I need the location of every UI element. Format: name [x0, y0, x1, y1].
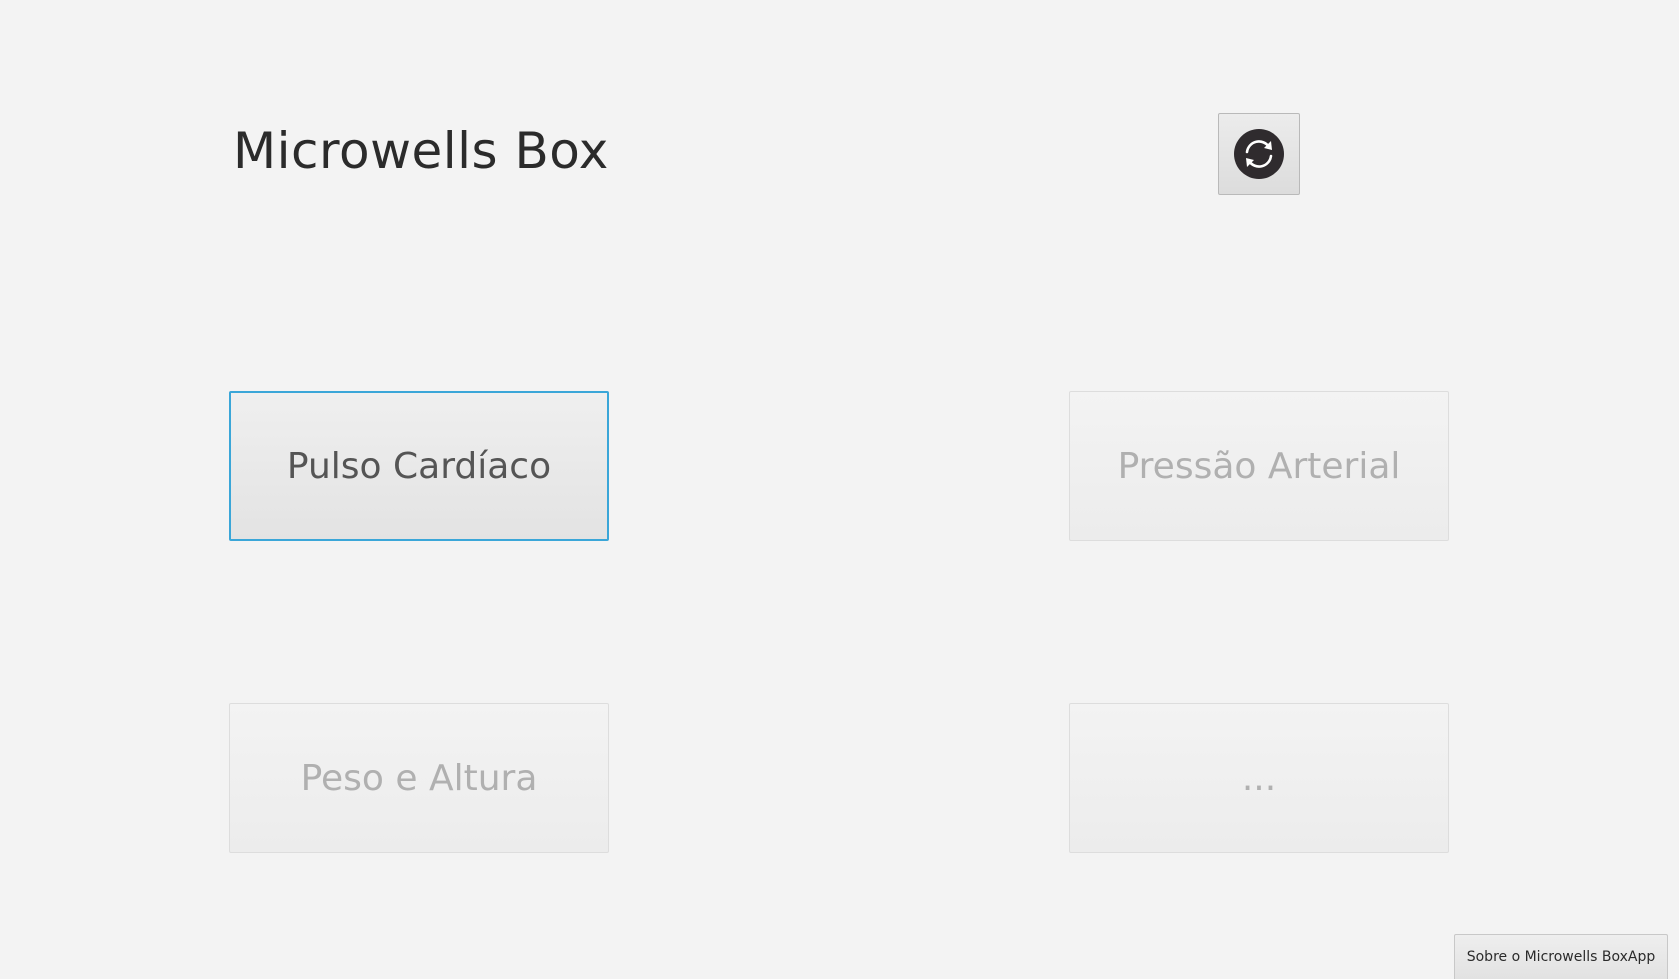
more-label: ... — [1241, 757, 1277, 799]
app-window: Microwells Box Pulso Cardíaco Pressão Ar… — [0, 0, 1679, 979]
about-button[interactable]: Sobre o Microwells BoxApp — [1454, 934, 1668, 979]
about-label: Sobre o Microwells BoxApp — [1466, 949, 1656, 965]
refresh-icon — [1234, 129, 1284, 179]
peso-e-altura-button[interactable]: Peso e Altura — [229, 703, 609, 853]
refresh-button[interactable] — [1218, 113, 1300, 195]
pulso-cardiaco-button[interactable]: Pulso Cardíaco — [229, 391, 609, 541]
pressao-arterial-button[interactable]: Pressão Arterial — [1069, 391, 1449, 541]
page-title: Microwells Box — [233, 122, 609, 180]
pressao-arterial-label: Pressão Arterial — [1117, 445, 1401, 487]
more-button[interactable]: ... — [1069, 703, 1449, 853]
pulso-cardiaco-label: Pulso Cardíaco — [286, 445, 552, 487]
peso-e-altura-label: Peso e Altura — [300, 757, 538, 799]
